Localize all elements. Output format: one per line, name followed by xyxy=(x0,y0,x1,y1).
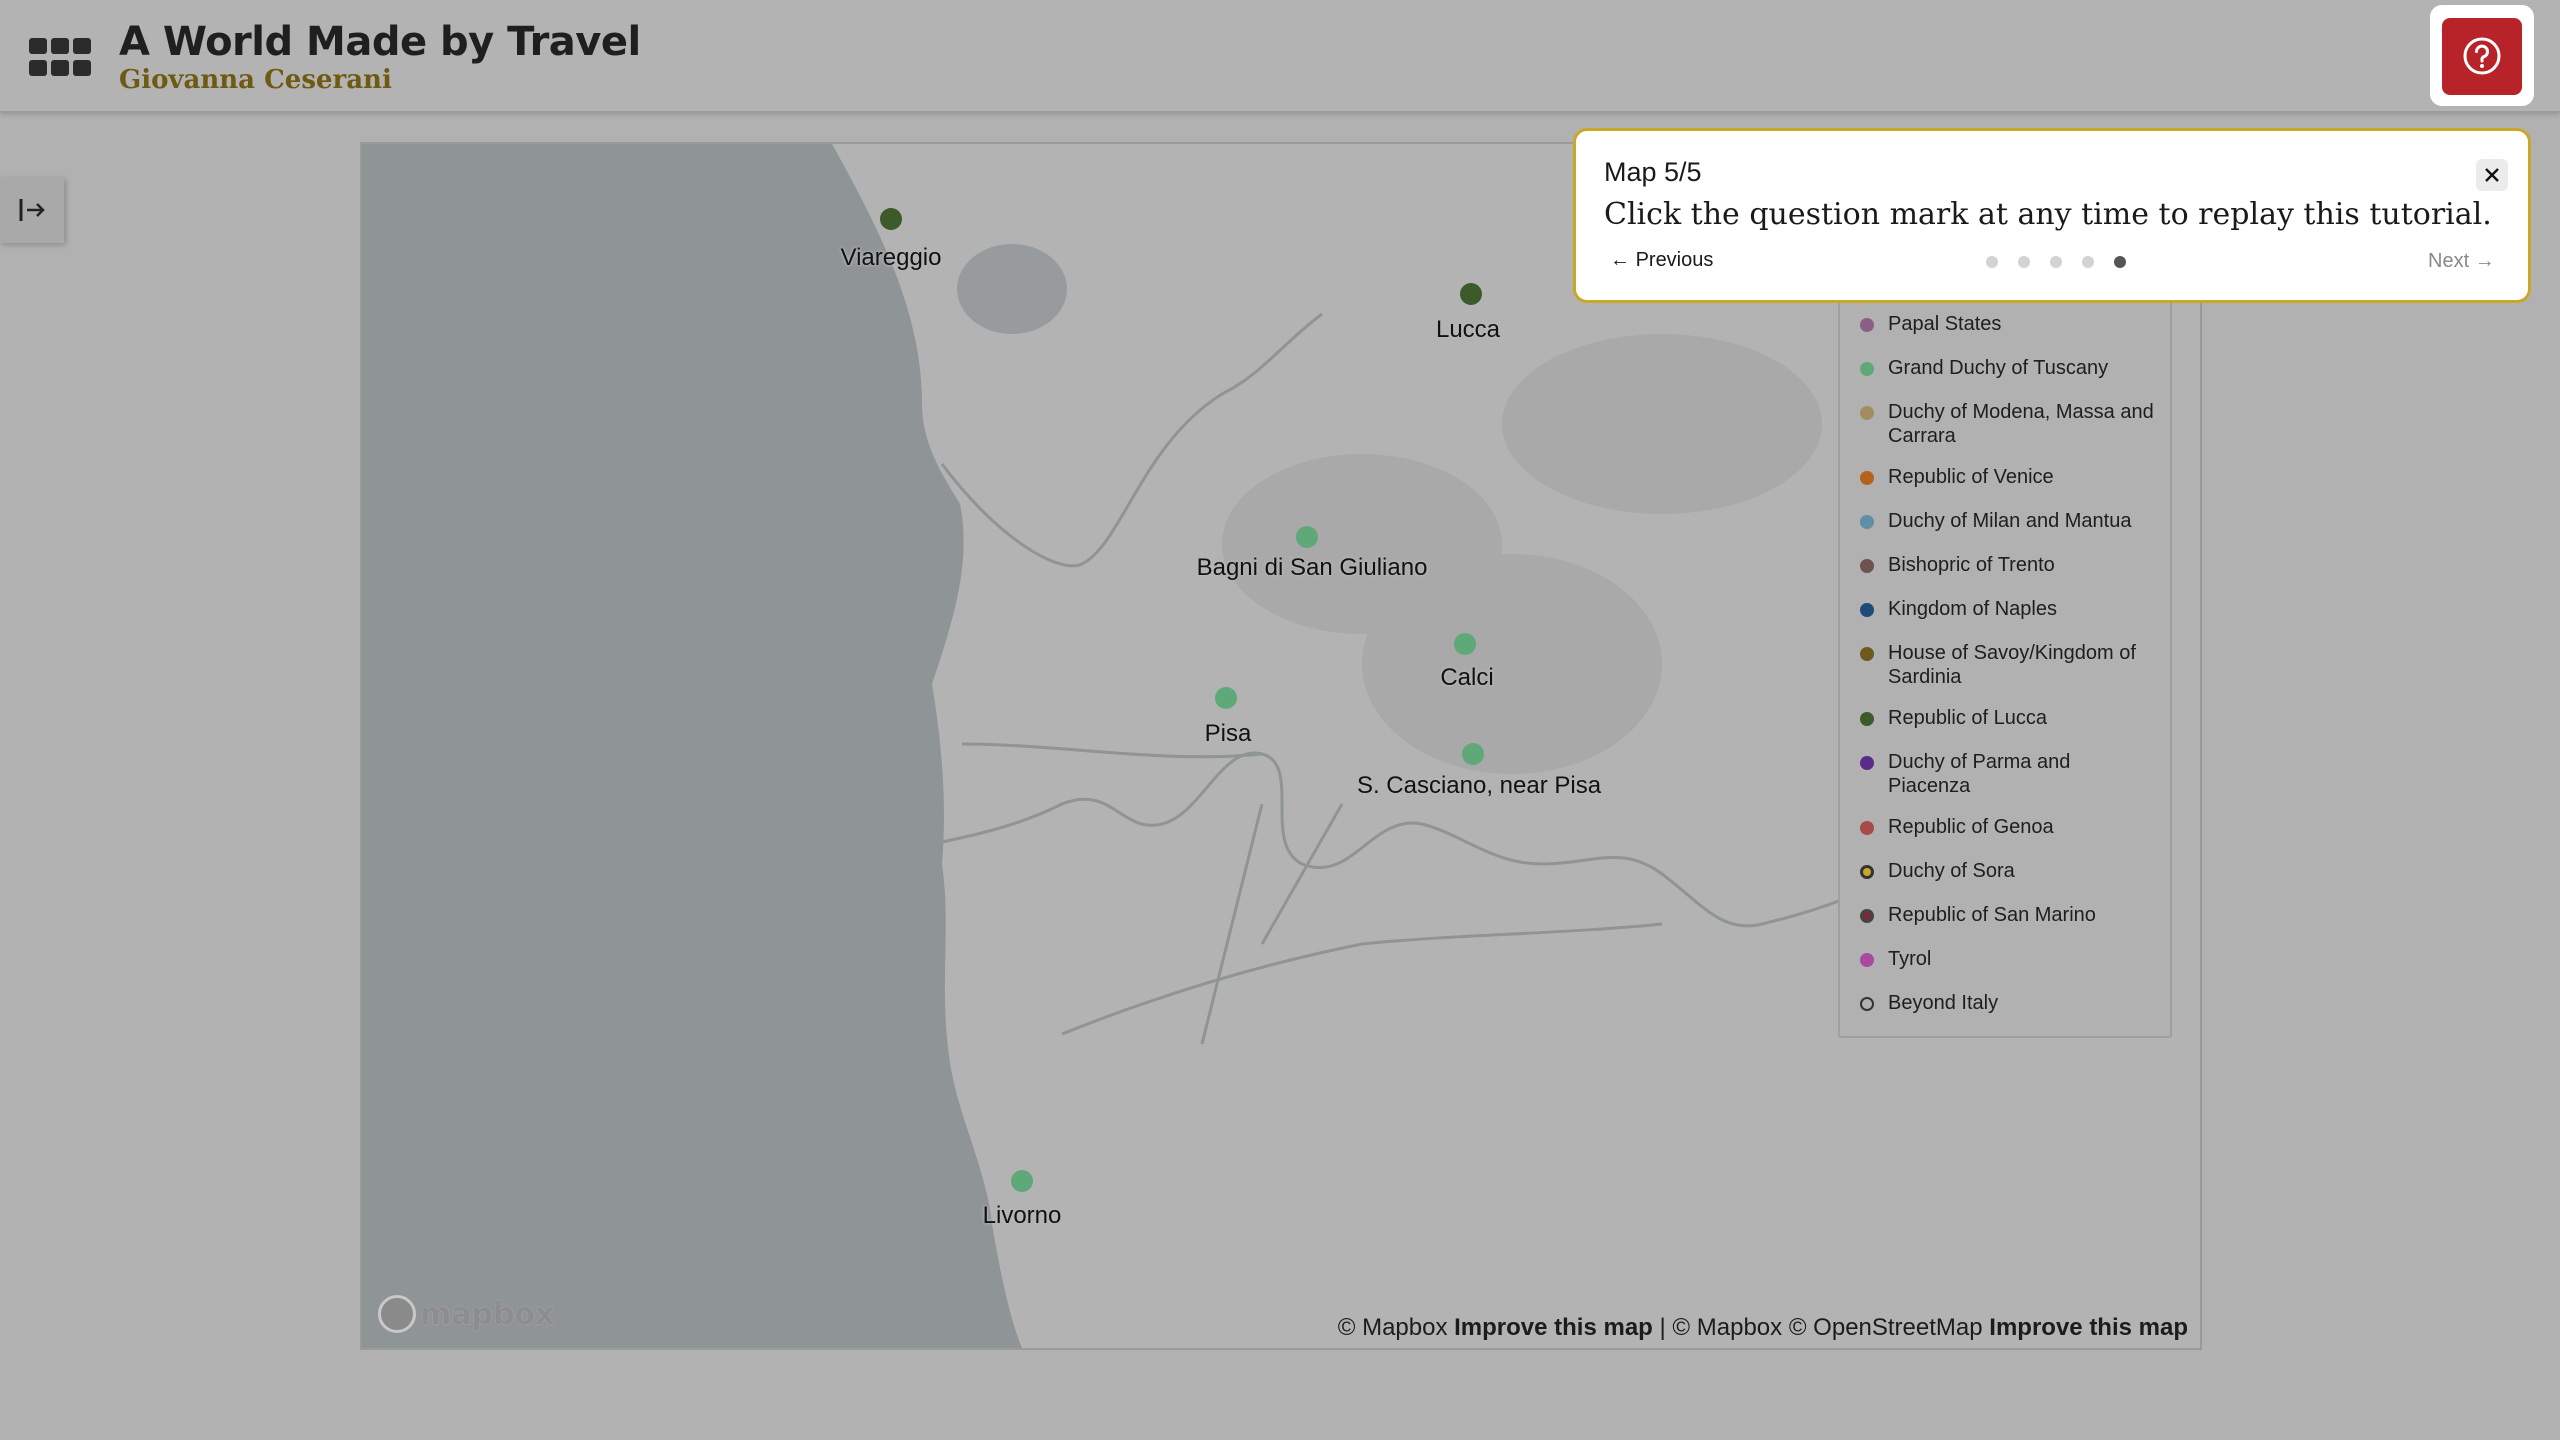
map-marker[interactable] xyxy=(880,208,902,230)
map-marker[interactable] xyxy=(1011,1170,1033,1192)
map-marker[interactable] xyxy=(1454,633,1476,655)
tutorial-step-dot[interactable] xyxy=(1986,256,1998,268)
sidebar-toggle-button[interactable] xyxy=(0,177,64,243)
grid-menu-icon[interactable] xyxy=(29,38,91,78)
legend-item[interactable]: Republic of San Marino xyxy=(1860,903,2156,927)
attribution-osm: | © Mapbox © OpenStreetMap xyxy=(1659,1314,1983,1341)
legend-label: Duchy of Sora xyxy=(1888,860,2015,882)
legend-swatch xyxy=(1860,406,1874,420)
legend-item[interactable]: Republic of Genoa xyxy=(1860,815,2156,839)
tutorial-step-dot[interactable] xyxy=(2082,256,2094,268)
legend-label: House of Savoy/Kingdom of Sardinia xyxy=(1888,642,2136,688)
legend-label: Republic of Lucca xyxy=(1888,707,2047,729)
legend-label: Bishopric of Trento xyxy=(1888,554,2055,576)
app-header: A World Made by Travel Giovanna Ceserani xyxy=(0,0,2560,113)
tutorial-step-dot[interactable] xyxy=(2018,256,2030,268)
legend-swatch xyxy=(1860,909,1874,923)
legend-swatch xyxy=(1860,821,1874,835)
previous-label: Previous xyxy=(1635,249,1714,271)
help-button-highlight xyxy=(2430,5,2534,106)
map-attribution: © Mapbox Improve this map | © Mapbox © O… xyxy=(1338,1314,2188,1342)
improve-map-link-2[interactable]: Improve this map xyxy=(1989,1314,2188,1341)
attribution-mapbox: © Mapbox xyxy=(1337,1314,1448,1341)
legend-label: Republic of Genoa xyxy=(1888,816,2054,838)
panel-expand-icon xyxy=(19,199,45,221)
legend-swatch xyxy=(1860,515,1874,529)
map-marker-label: Livorno xyxy=(982,1202,1062,1229)
legend-label: Kingdom of Naples xyxy=(1888,598,2057,620)
legend-item[interactable]: Tyrol xyxy=(1860,947,2156,971)
improve-map-link-1[interactable]: Improve this map xyxy=(1454,1314,1653,1341)
legend-swatch xyxy=(1860,559,1874,573)
tutorial-previous-button[interactable]: ← Previous xyxy=(1610,249,1713,272)
tutorial-step-dot[interactable] xyxy=(2050,256,2062,268)
arrow-left-icon: ← xyxy=(1610,249,1630,271)
legend-swatch xyxy=(1860,603,1874,617)
legend-item[interactable]: Duchy of Modena, Massa and Carrara xyxy=(1860,400,2156,448)
map-marker[interactable] xyxy=(1462,743,1484,765)
next-label: Next xyxy=(2428,250,2470,272)
map-marker-label: S. Casciano, near Pisa xyxy=(1356,772,1602,799)
map-marker-label: Pisa xyxy=(1204,720,1252,747)
map-marker-label: Calci xyxy=(1440,664,1494,691)
legend-item[interactable]: Kingdom of Naples xyxy=(1860,597,2156,621)
legend-label: Republic of Venice xyxy=(1888,466,2054,488)
legend-swatch xyxy=(1860,647,1874,661)
legend-swatch xyxy=(1860,318,1874,332)
legend-label: Papal States xyxy=(1888,313,2002,335)
question-circle-icon xyxy=(2463,37,2501,75)
map-marker-label: Bagni di San Giuliano xyxy=(1196,554,1428,581)
help-button[interactable] xyxy=(2442,18,2522,95)
site-title[interactable]: A World Made by Travel xyxy=(119,18,641,66)
legend-item[interactable]: Duchy of Milan and Mantua xyxy=(1860,509,2156,533)
tutorial-step-title: Map 5/5 xyxy=(1604,157,1702,187)
map-marker[interactable] xyxy=(1296,526,1318,548)
arrow-right-icon: → xyxy=(2474,250,2495,272)
mapbox-logo-icon xyxy=(378,1295,416,1333)
legend-swatch xyxy=(1860,865,1874,879)
legend-item[interactable]: Grand Duchy of Tuscany xyxy=(1860,356,2156,380)
legend-label: Tyrol xyxy=(1888,948,1932,970)
legend-label: Beyond Italy xyxy=(1888,992,1999,1014)
legend-item[interactable]: Duchy of Sora xyxy=(1860,859,2156,883)
map-legend: Papal States Grand Duchy of Tuscany Duchy … xyxy=(1838,290,2172,1038)
map-marker-label: Lucca xyxy=(1435,316,1501,343)
legend-swatch xyxy=(1860,471,1874,485)
legend-item[interactable]: Beyond Italy xyxy=(1860,991,2156,1015)
legend-item[interactable]: Duchy of Parma and Piacenza xyxy=(1860,750,2156,798)
mapbox-logo[interactable]: mapbox xyxy=(378,1294,554,1334)
legend-label: Republic of San Marino xyxy=(1888,904,2096,926)
map-marker-label: Viareggio xyxy=(840,244,942,271)
tutorial-popover: Map 5/5 Click the question mark at any t… xyxy=(1573,128,2531,303)
map-marker[interactable] xyxy=(1460,283,1482,305)
tutorial-next-button[interactable]: Next → xyxy=(2428,250,2495,273)
tutorial-close-button[interactable] xyxy=(2476,159,2508,191)
legend-swatch xyxy=(1860,712,1874,726)
legend-label: Duchy of Modena, Massa and Carrara xyxy=(1888,401,2154,447)
tutorial-step-dot[interactable] xyxy=(2114,256,2126,268)
legend-label: Grand Duchy of Tuscany xyxy=(1888,357,2109,379)
legend-swatch xyxy=(1860,362,1874,376)
legend-item[interactable]: Papal States xyxy=(1860,312,2156,336)
legend-label: Duchy of Parma and Piacenza xyxy=(1888,751,2071,797)
legend-swatch xyxy=(1860,756,1874,770)
tutorial-message: Click the question mark at any time to r… xyxy=(1604,197,2492,232)
legend-item[interactable]: Republic of Lucca xyxy=(1860,706,2156,730)
title-block: A World Made by Travel Giovanna Ceserani xyxy=(119,18,641,94)
map-marker[interactable] xyxy=(1215,687,1237,709)
legend-swatch xyxy=(1860,997,1874,1011)
legend-item[interactable]: Bishopric of Trento xyxy=(1860,553,2156,577)
site-subtitle: Giovanna Ceserani xyxy=(119,65,392,95)
legend-item[interactable]: House of Savoy/Kingdom of Sardinia xyxy=(1860,641,2156,689)
legend-swatch xyxy=(1860,953,1874,967)
mapbox-logo-text: mapbox xyxy=(420,1296,555,1332)
close-icon xyxy=(2485,168,2499,182)
legend-label: Duchy of Milan and Mantua xyxy=(1888,510,2132,532)
legend-item[interactable]: Republic of Venice xyxy=(1860,465,2156,489)
